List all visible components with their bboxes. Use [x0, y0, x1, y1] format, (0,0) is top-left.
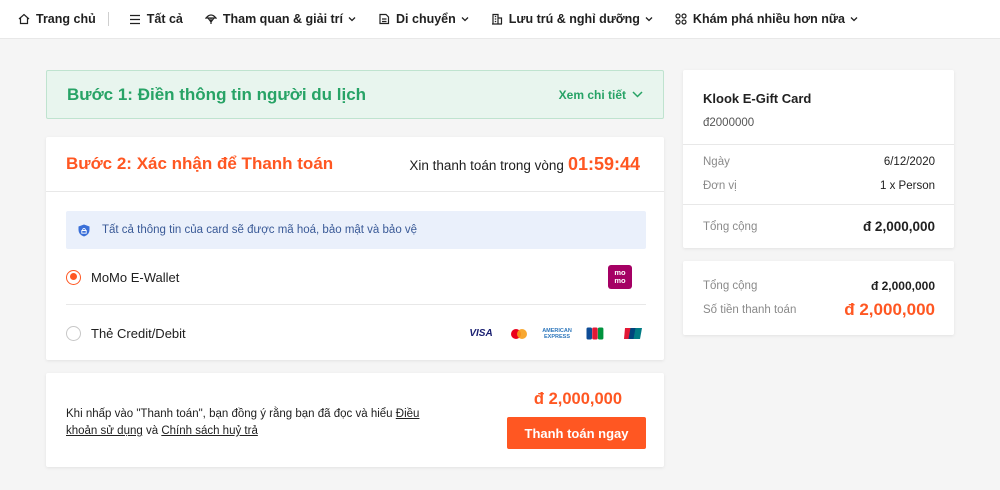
summary-date-row: Ngày 6/12/2020 [703, 156, 935, 168]
summary-total-row: Tổng cộng đ 2,000,000 [703, 219, 935, 234]
pay-now-button[interactable]: Thanh toán ngay [507, 417, 646, 449]
timer-value: 01:59:44 [567, 153, 640, 174]
chevron-down-icon [850, 17, 858, 22]
summary-unit-row: Đơn vị 1 x Person [703, 180, 935, 192]
view-details-link[interactable]: Xem chi tiết [559, 88, 643, 102]
chevron-down-icon [461, 17, 469, 22]
payment-option-momo-label: MoMo E-Wallet [91, 269, 180, 285]
view-details-label: Xem chi tiết [558, 87, 626, 102]
product-amount: đ2000000 [703, 117, 755, 129]
summary-total-value: đ 2,000,000 [862, 219, 935, 234]
order-summary: Klook E-Gift Card đ2000000 Ngày 6/12/202… [683, 70, 954, 248]
totals-total-value: đ 2,000,000 [870, 279, 935, 293]
nav-explore-label: Khám phá nhiều hơn nữa [692, 12, 845, 26]
home-icon [18, 13, 30, 25]
amount-to-pay-value: đ 2,000,000 [844, 300, 935, 319]
totals-pay-row: Số tiền thanh toán đ 2,000,000 [703, 300, 935, 320]
unit-value: 1 x Person [880, 180, 935, 192]
chevron-down-icon [632, 91, 643, 98]
divider [683, 204, 954, 205]
security-notice-text: Tất cả thông tin của card sẽ được mã hoá… [102, 224, 418, 236]
ticket-icon [379, 13, 390, 25]
checkout-price: đ 2,000,000 [533, 390, 622, 408]
payment-option-momo[interactable]: MoMo E-Wallet mo mo [66, 250, 646, 305]
terms-text: Khi nhấp vào "Thanh toán", bạn đồng ý rằ… [66, 406, 426, 440]
chevron-down-icon [645, 17, 653, 22]
cancellation-policy-link[interactable]: Chính sách huỷ trả [161, 425, 258, 437]
step2-title: Bước 2: Xác nhận để Thanh toán [66, 154, 334, 173]
radio-momo[interactable] [66, 269, 81, 285]
nav-tours[interactable]: Tham quan & giải trí [204, 12, 356, 26]
card-brands: VISA AMERICAN EXPRESS [456, 327, 646, 341]
timer-label: Xin thanh toán trong vòng [409, 157, 564, 173]
date-label: Ngày [703, 156, 730, 168]
amex-icon: AMERICAN EXPRESS [542, 327, 572, 341]
momo-logo-icon: mo mo [608, 265, 632, 289]
payment-option-card-label: Thẻ Credit/Debit [91, 326, 186, 341]
mastercard-icon [506, 327, 532, 341]
nav-stay[interactable]: Lưu trú & nghỉ dưỡng [491, 12, 653, 26]
nav-divider [107, 12, 109, 26]
amount-to-pay-label: Số tiền thanh toán [703, 304, 797, 316]
unit-label: Đơn vị [703, 180, 737, 192]
nav-home-label: Trang chủ [36, 12, 96, 26]
payment-timer: Xin thanh toán trong vòng 01:59:44 [409, 154, 640, 175]
step1-title: Bước 1: Điền thông tin người du lịch [67, 84, 367, 104]
summary-total-label: Tổng cộng [703, 220, 758, 233]
nav-all-label: Tất cả [146, 12, 183, 26]
product-name: Klook E-Gift Card [703, 91, 812, 106]
security-notice: Tất cả thông tin của card sẽ được mã hoá… [66, 211, 646, 249]
jcb-icon [582, 327, 608, 341]
nav-explore[interactable]: Khám phá nhiều hơn nữa [675, 12, 858, 26]
step2-payment-card: Bước 2: Xác nhận để Thanh toán Xin thanh… [46, 137, 664, 360]
top-navigation: Trang chủ Tất cả Tham quan & giải trí Di… [0, 0, 1000, 39]
visa-icon: VISA [469, 328, 493, 339]
momo-logo-bottom: mo [614, 276, 626, 285]
totals-total-row: Tổng cộng đ 2,000,000 [703, 279, 935, 293]
payment-option-card[interactable]: Thẻ Credit/Debit VISA AMERICAN EXPRESS [66, 306, 646, 361]
nav-all[interactable]: Tất cả [129, 12, 183, 26]
nav-transport[interactable]: Di chuyển [378, 12, 469, 26]
nav-stay-label: Lưu trú & nghỉ dưỡng [508, 12, 640, 26]
terms-prefix: Khi nhấp vào "Thanh toán", bạn đồng ý rằ… [66, 408, 396, 420]
step2-header: Bước 2: Xác nhận để Thanh toán Xin thanh… [46, 137, 664, 192]
chevron-down-icon [348, 17, 356, 22]
divider [683, 144, 954, 145]
step1-traveler-info: Bước 1: Điền thông tin người du lịch Xem… [46, 70, 664, 119]
nav-tours-label: Tham quan & giải trí [222, 12, 344, 26]
unionpay-icon [620, 327, 646, 341]
radio-card[interactable] [66, 326, 81, 341]
menu-icon [129, 14, 140, 24]
date-value: 6/12/2020 [883, 156, 935, 168]
grid-icon [675, 13, 687, 25]
payment-totals: Tổng cộng đ 2,000,000 Số tiền thanh toán… [683, 261, 954, 335]
amex-line2: EXPRESS [544, 333, 570, 340]
nav-transport-label: Di chuyển [396, 12, 456, 26]
checkout-footer: Khi nhấp vào "Thanh toán", bạn đồng ý rằ… [46, 373, 664, 467]
building-icon [491, 13, 502, 25]
nav-home[interactable]: Trang chủ [18, 12, 96, 26]
balloon-icon [204, 14, 217, 24]
shield-icon [78, 224, 90, 236]
terms-connector: và [142, 425, 162, 437]
totals-total-label: Tổng cộng [703, 280, 758, 292]
